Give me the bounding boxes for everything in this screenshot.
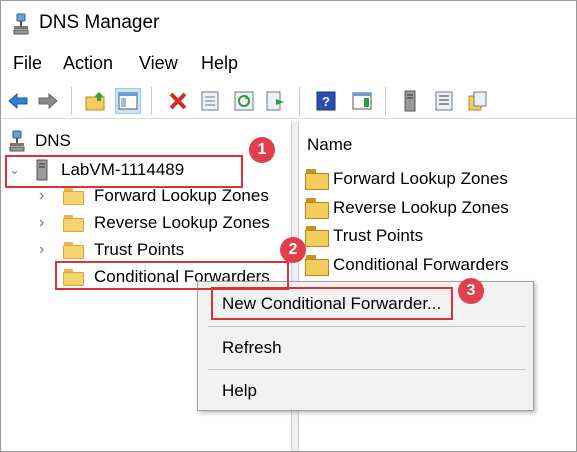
menu-view[interactable]: View — [139, 51, 178, 76]
server-icon[interactable] — [397, 88, 423, 114]
list-item-label: Reverse Lookup Zones — [333, 198, 509, 217]
svg-text:?: ? — [322, 94, 330, 109]
chevron-right-icon[interactable]: › — [39, 187, 51, 205]
tree-item-reverse-lookup-zones[interactable]: › Reverse Lookup Zones — [39, 211, 270, 235]
folder-icon — [63, 187, 84, 205]
export-list-icon[interactable] — [263, 88, 289, 114]
dns-manager-app-icon — [13, 13, 29, 35]
window-title: DNS Manager — [39, 12, 160, 33]
back-arrow-icon[interactable] — [5, 88, 31, 114]
toolbar: ? — [1, 83, 576, 119]
tree-item-label: Reverse Lookup Zones — [94, 213, 270, 232]
tree-item-trust-points[interactable]: › Trust Points — [39, 238, 184, 262]
folder-icon — [305, 225, 329, 247]
menu-file[interactable]: File — [13, 51, 42, 76]
folder-icon — [305, 254, 329, 276]
tree-item-label: Trust Points — [94, 240, 185, 259]
step-badge-3: 3 — [458, 278, 484, 304]
dns-icon — [9, 130, 25, 152]
folder-icon — [63, 241, 84, 259]
column-header-name[interactable]: Name — [307, 135, 352, 155]
folder-icon — [63, 214, 84, 232]
step-badge-2: 2 — [280, 237, 306, 263]
tree-item-label: DNS — [35, 131, 71, 150]
help-icon[interactable]: ? — [313, 88, 339, 114]
menu-bar: File Action View Help — [1, 51, 576, 77]
list-item-label: Trust Points — [333, 226, 424, 245]
highlight-box-conditional-forwarders — [55, 261, 289, 290]
menu-help[interactable]: Help — [201, 51, 238, 76]
menu-item-help[interactable]: Help — [222, 381, 257, 401]
tree-item-dns[interactable]: DNS — [9, 129, 71, 153]
list-item[interactable]: Forward Lookup Zones — [305, 167, 508, 191]
list-item[interactable]: Trust Points — [305, 224, 423, 248]
list-icon[interactable] — [431, 88, 457, 114]
tree-item-label: Forward Lookup Zones — [94, 186, 269, 205]
menu-item-refresh[interactable]: Refresh — [222, 338, 282, 358]
highlight-box-new-conditional-forwarder — [211, 287, 453, 320]
step-badge-1: 1 — [249, 137, 275, 163]
list-item[interactable]: Reverse Lookup Zones — [305, 196, 509, 220]
forward-arrow-icon[interactable] — [35, 88, 61, 114]
chevron-right-icon[interactable]: › — [39, 241, 51, 259]
folder-icon — [305, 168, 329, 190]
properties-icon[interactable] — [197, 88, 223, 114]
action-pane-icon[interactable] — [349, 88, 375, 114]
show-hide-console-tree-icon[interactable] — [115, 88, 141, 114]
up-folder-icon[interactable] — [83, 88, 109, 114]
refresh-icon[interactable] — [231, 88, 257, 114]
chevron-right-icon[interactable]: › — [39, 214, 51, 232]
highlight-box-server — [5, 155, 243, 188]
menu-action[interactable]: Action — [63, 51, 113, 76]
delete-icon[interactable] — [165, 88, 191, 114]
list-item[interactable]: Conditional Forwarders — [305, 253, 509, 277]
list-item-label: Forward Lookup Zones — [333, 169, 508, 188]
title-bar: DNS Manager — [1, 1, 576, 47]
list-item-label: Conditional Forwarders — [333, 255, 509, 274]
dns-manager-window: DNS Manager File Action View Help ? DNS … — [0, 0, 577, 452]
folder-icon — [305, 197, 329, 219]
filter-icon[interactable] — [465, 88, 491, 114]
